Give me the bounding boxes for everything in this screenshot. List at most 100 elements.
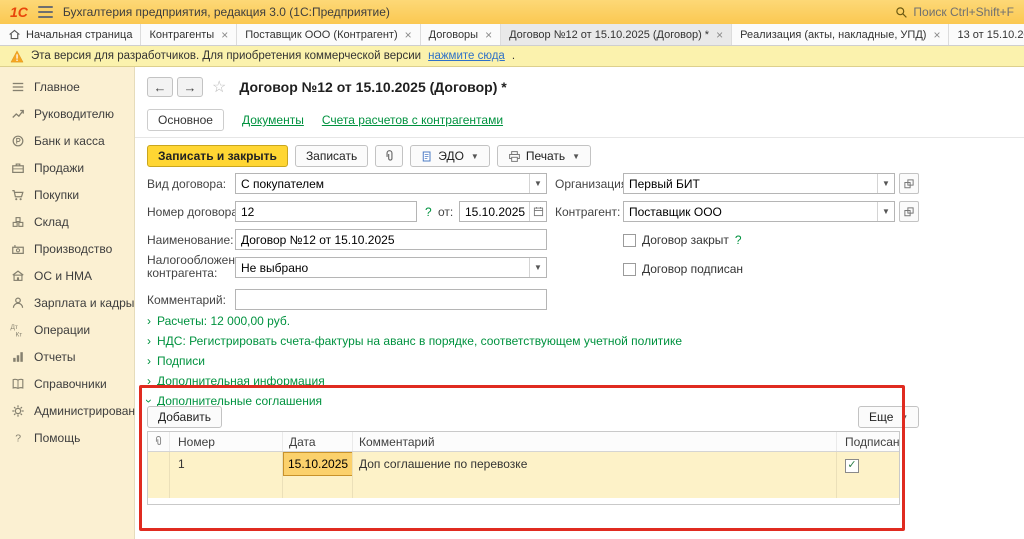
contract-signed-checkbox[interactable]: Договор подписан [623, 262, 743, 276]
sidebar-item-payroll[interactable]: Зарплата и кадры [0, 289, 134, 316]
back-button[interactable]: ← [147, 77, 173, 97]
checkbox-unchecked[interactable] [623, 263, 636, 276]
dropdown-caret-icon[interactable]: ▼ [877, 174, 894, 193]
contract-kind-select[interactable]: С покупателем ▼ [235, 173, 547, 194]
dropdown-caret-icon[interactable]: ▼ [877, 202, 894, 221]
attachment-cell [148, 452, 170, 498]
nav-tab-settlement-accounts[interactable]: Счета расчетов с контрагентами [322, 113, 503, 127]
organization-select[interactable]: Первый БИТ ▼ [623, 173, 895, 194]
organization-label: Организация: [555, 177, 631, 191]
sidebar-item-administration[interactable]: Администрирование [0, 397, 134, 424]
open-link-icon [903, 206, 915, 218]
hamburger-menu-icon[interactable] [38, 6, 53, 18]
sidebar-item-main[interactable]: Главное [0, 73, 134, 100]
contract-closed-checkbox[interactable]: Договор закрыт ? [623, 233, 742, 247]
home-icon [8, 28, 21, 41]
sidebar-item-assets[interactable]: ОС и НМА [0, 262, 134, 289]
sidebar-label: ОС и НМА [34, 269, 92, 283]
tab-close-icon[interactable]: × [485, 28, 492, 42]
column-header-signed[interactable]: Подписано [837, 432, 899, 451]
warning-period: . [512, 50, 515, 62]
taxation-label-line1: Налогообложение [147, 253, 248, 267]
print-button[interactable]: Печать ▼ [497, 145, 591, 167]
date-cell-selected[interactable]: 15.10.2025 [283, 452, 353, 476]
save-and-close-button[interactable]: Записать и закрыть [147, 145, 288, 167]
tab-counterparties[interactable]: Контрагенты × [141, 24, 237, 45]
save-button[interactable]: Записать [295, 145, 368, 167]
attachments-button[interactable] [375, 145, 403, 167]
sidebar-item-directories[interactable]: Справочники [0, 370, 134, 397]
global-search[interactable]: Поиск Ctrl+Shift+F [895, 5, 1014, 19]
sidebar-item-reports[interactable]: Отчеты [0, 343, 134, 370]
favorite-star-icon[interactable]: ☆ [212, 77, 226, 97]
contract-date-input[interactable]: 15.10.2025 [459, 201, 547, 222]
counterparty-select[interactable]: Поставщик ООО ▼ [623, 201, 895, 222]
form-title: Договор №12 от 15.10.2025 (Договор) * [239, 79, 506, 95]
tab-sales-documents[interactable]: Реализация (акты, накладные, УПД) × [732, 24, 949, 45]
tab-close-icon[interactable]: × [405, 28, 412, 42]
bank-cash-icon [10, 133, 26, 149]
checkbox-unchecked[interactable] [623, 234, 636, 247]
organization-open-button[interactable] [899, 173, 919, 194]
nav-tab-documents[interactable]: Документы [242, 113, 304, 127]
nav-tab-main[interactable]: Основное [147, 109, 224, 131]
counterparty-open-button[interactable] [899, 201, 919, 222]
warning-link[interactable]: нажмите сюда [428, 50, 505, 62]
sidebar-label: Главное [34, 80, 80, 94]
dropdown-caret-icon[interactable]: ▼ [529, 174, 546, 193]
contract-number-label: Номер договора: [147, 205, 241, 219]
forward-button[interactable]: → [177, 77, 203, 97]
name-label: Наименование: [147, 233, 234, 247]
column-header-number[interactable]: Номер [170, 432, 283, 451]
calendar-icon[interactable] [529, 202, 546, 221]
sidebar-item-manager[interactable]: Руководителю [0, 100, 134, 127]
sidebar-item-bank-cash[interactable]: Банк и касса [0, 127, 134, 154]
taxation-select[interactable]: Не выбрано ▼ [235, 257, 547, 278]
warning-icon [10, 50, 24, 63]
section-settlements[interactable]: › Расчеты: 12 000,00 руб. [147, 314, 290, 328]
sidebar-item-production[interactable]: Производство [0, 235, 134, 262]
taxation-value: Не выбрано [236, 261, 529, 275]
sidebar-item-operations[interactable]: ДтКт Операции [0, 316, 134, 343]
agreement-row[interactable]: 1 15.10.2025 Доп соглашение по перевозке… [148, 452, 899, 498]
tab-supplier[interactable]: Поставщик ООО (Контрагент) × [237, 24, 420, 45]
comment-cell[interactable]: Доп соглашение по перевозке [353, 452, 837, 498]
section-signatures[interactable]: › Подписи [147, 354, 205, 368]
closed-help-link[interactable]: ? [735, 233, 742, 247]
tab-contract-12-active[interactable]: Договор №12 от 15.10.2025 (Договор) * × [501, 24, 732, 45]
tab-label: Контрагенты [149, 29, 214, 41]
reports-chart-icon [10, 349, 26, 365]
tab-close-icon[interactable]: × [716, 28, 723, 42]
more-button[interactable]: Еще ▼ [858, 406, 919, 428]
column-header-comment[interactable]: Комментарий [353, 432, 837, 451]
tab-contract-13[interactable]: 13 от 15.10.2025 (Договор) × [949, 24, 1024, 45]
sidebar-label: Производство [34, 242, 112, 256]
section-additional-info[interactable]: › Дополнительная информация [147, 374, 325, 388]
sidebar-item-sales[interactable]: Продажи [0, 154, 134, 181]
tab-home[interactable]: Начальная страница [0, 24, 141, 45]
number-cell[interactable]: 1 [170, 452, 283, 498]
sidebar-item-purchases[interactable]: Покупки [0, 181, 134, 208]
operations-dtkt-icon: ДтКт [10, 322, 26, 338]
section-vat[interactable]: › НДС: Регистрировать счета-фактуры на а… [147, 334, 682, 348]
tab-close-icon[interactable]: × [933, 28, 940, 42]
signed-checkbox-checked[interactable]: ✓ [845, 459, 859, 473]
signed-cell[interactable]: ✓ [837, 452, 899, 498]
dropdown-caret-icon[interactable]: ▼ [529, 258, 546, 277]
sidebar-item-help[interactable]: ? Помощь [0, 424, 134, 451]
tab-close-icon[interactable]: × [221, 28, 228, 42]
add-agreement-button[interactable]: Добавить [147, 406, 222, 428]
edo-button[interactable]: ЭДО ▼ [410, 145, 490, 167]
number-help-link[interactable]: ? [425, 205, 432, 219]
edo-document-icon [421, 150, 433, 163]
date-cell[interactable]: 15.10.2025 [283, 452, 353, 498]
column-header-date[interactable]: Дата [283, 432, 353, 451]
sidebar-item-warehouse[interactable]: Склад [0, 208, 134, 235]
contract-number-input[interactable]: 12 [235, 201, 417, 222]
sidebar-label: Банк и касса [34, 134, 105, 148]
tab-contracts[interactable]: Договоры × [421, 24, 501, 45]
comment-input[interactable] [235, 289, 547, 310]
edo-label: ЭДО [438, 149, 464, 163]
tab-label: Начальная страница [26, 29, 132, 41]
name-input[interactable]: Договор №12 от 15.10.2025 [235, 229, 547, 250]
